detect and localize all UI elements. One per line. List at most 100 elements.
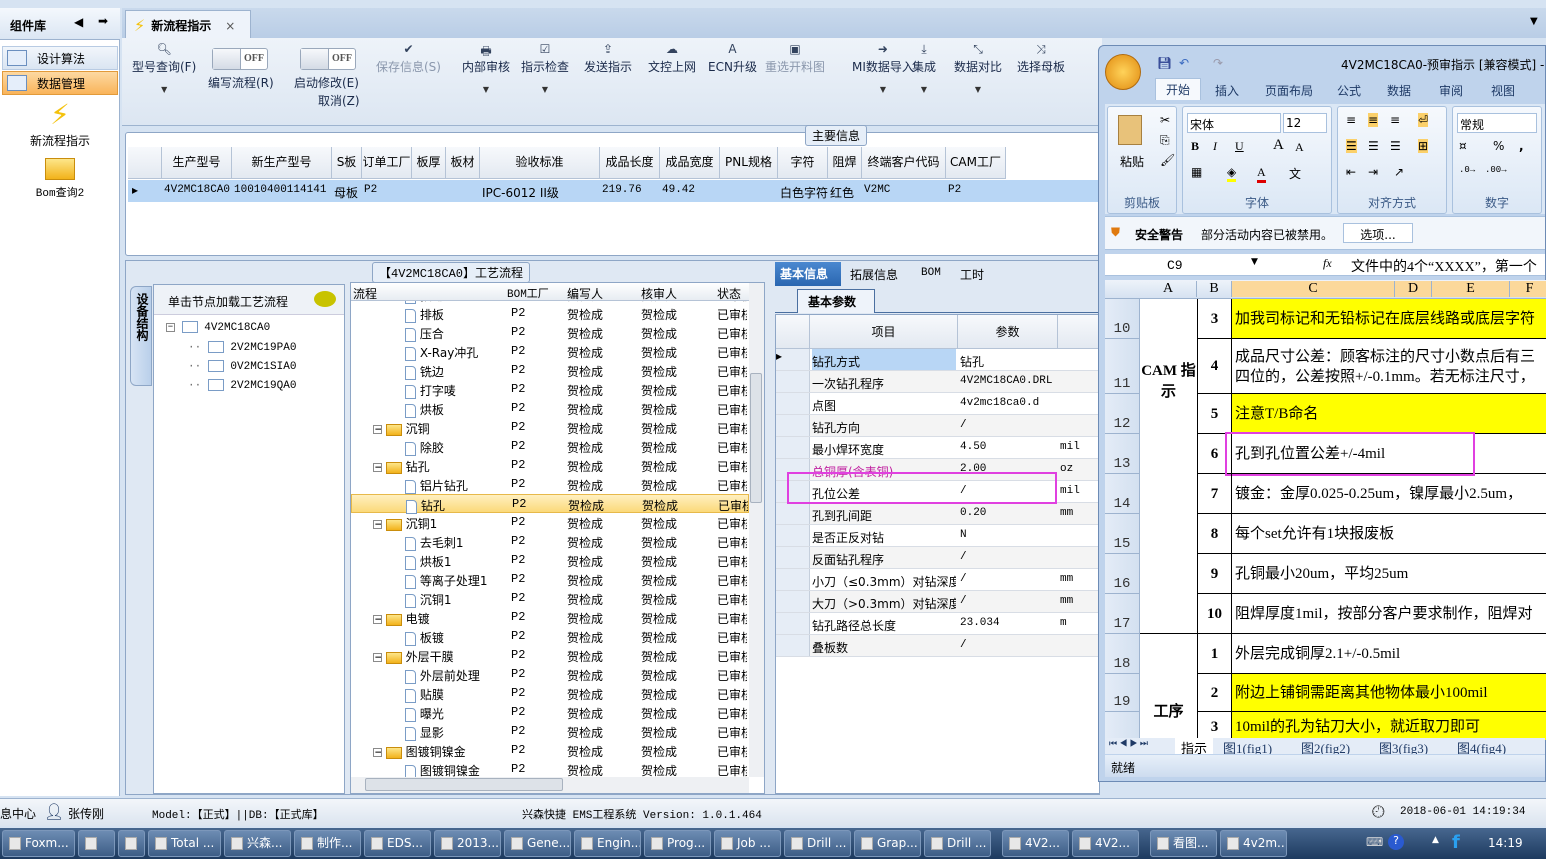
row-number[interactable]: 18 [1105,634,1140,674]
process-row[interactable]: 钻孔 P2 贺检成 贺检成 已审核 [351,494,749,514]
param-value[interactable]: 4.50 [960,441,1056,453]
fill-color-icon[interactable]: ◈ [1227,165,1237,182]
param-value[interactable]: 23.034 [960,617,1056,629]
param-row[interactable]: 叠板数 / [776,635,1098,657]
process-row[interactable]: − 外层干膜 P2 贺检成 贺检成 已审核 [351,646,749,665]
main-info-cell[interactable]: P2 [364,184,412,196]
italic-icon[interactable]: I [1213,139,1217,154]
cell-c[interactable]: 阻焊厚度1mil，按部分客户要求制作，阻焊对 [1232,594,1546,634]
main-info-cell[interactable]: 白色字符 [780,184,828,201]
process-row[interactable]: 沉铜1 P2 贺检成 贺检成 已审核 [351,589,749,608]
column-header[interactable]: PNL规格 [720,147,778,179]
param-row[interactable]: 大刀（>0.3mm）对钻深度 / mm [776,591,1098,613]
tab-basic-params[interactable]: 基本参数 [797,289,875,313]
process-row[interactable]: − 图镀铜镍金 P2 贺检成 贺检成 已审核 [351,741,749,760]
tree-root-node[interactable]: − 4V2MC18CA0 [166,321,270,334]
sheet-tab[interactable]: 图2(fig2) [1295,738,1356,754]
param-row[interactable]: ▸ 钻孔方式 钻孔 [776,349,1098,371]
toolbar-button-8[interactable]: ⤓ 集成 ▼ [912,42,936,94]
redo-icon[interactable]: ↷ [1213,56,1223,70]
start-modify-toggle[interactable]: OFF [300,48,356,70]
model-query-button[interactable]: 🔍︎ 型号查询(F) ▼ [132,42,196,94]
column-header[interactable]: 生产型号 [162,147,232,179]
taskbar-button[interactable]: 看图... [1150,830,1217,857]
copy-icon[interactable]: ⎘ [1160,133,1170,148]
main-info-cell[interactable]: IPC-6012 II级 [482,184,600,201]
sheet-tab[interactable]: 图4(fig4) [1451,738,1512,754]
taskbar-button[interactable]: 4v2m... [1220,830,1287,857]
param-row[interactable]: 钻孔方向 / [776,415,1098,437]
collapse-left-icon[interactable]: ◀ [74,15,83,29]
number-format-select[interactable]: 常规 [1457,113,1537,133]
row-number[interactable]: 15 [1105,514,1140,554]
process-row[interactable]: 外层前处理 P2 贺检成 贺检成 已审核 [351,665,749,684]
process-row[interactable]: − 沉铜 P2 贺检成 贺检成 已审核 [351,418,749,437]
process-column-header[interactable]: BOM工厂 [507,285,549,301]
param-row[interactable]: 一次钻孔程序 4V2MC18CA0.DRL [776,371,1098,393]
column-header[interactable]: CAM工厂 [946,147,1006,179]
param-row[interactable]: 最小焊环宽度 4.50 mil [776,437,1098,459]
process-row[interactable]: 图镀铜镍金 P2 贺检成 贺检成 已审核 [351,760,749,777]
tray-app-icon[interactable]: f [1452,832,1460,853]
decrease-indent-icon[interactable]: ⇤ [1346,165,1356,179]
taskbar-button[interactable]: Total ... [148,830,221,857]
align-bottom-icon[interactable]: ≡ [1390,113,1400,127]
cell-c[interactable]: 孔铜最小20um，平均25um [1232,554,1546,594]
param-value[interactable]: 4v2mc18ca0.d [960,397,1056,409]
taskbar-button[interactable]: Grap... [854,830,921,857]
tab-menu-chevron-icon[interactable]: ▼ [1530,16,1538,27]
message-center-link[interactable]: 息中心 [0,805,36,822]
param-value[interactable]: / [960,551,1056,563]
align-middle-icon[interactable]: ≡ [1368,113,1379,127]
vertical-scrollbar[interactable] [749,283,764,777]
phonetic-icon[interactable]: 文 [1289,165,1301,182]
main-info-cell[interactable]: 219.76 [602,184,660,196]
main-info-cell[interactable]: V2MC [864,184,946,196]
column-header[interactable]: 终端客户代码 [862,147,946,179]
column-header[interactable]: D [1395,281,1432,297]
tab-basic-info[interactable]: 基本信息 [775,262,841,286]
ribbon-tab[interactable]: 视图 [1491,82,1515,99]
cell-c[interactable]: 镀金：金厚0.025-0.25um，镍厚最小2.5um， [1232,474,1546,514]
cell-b[interactable]: 5 [1197,394,1232,434]
borders-icon[interactable]: ▦ [1191,165,1202,179]
row-number[interactable]: 19 [1105,674,1140,712]
main-info-cell[interactable]: P2 [948,184,1006,196]
column-header[interactable]: 字符 [778,147,828,179]
process-column-header[interactable]: 编写人 [567,285,603,302]
close-tab-icon[interactable]: × [225,19,235,33]
process-column-header[interactable]: 核审人 [641,285,677,302]
write-flow-toggle[interactable]: OFF [212,48,268,70]
process-row[interactable]: 铝片钻孔 P2 贺检成 贺检成 已审核 [351,475,749,494]
toolbar-button-0[interactable]: ✔ 保存信息(S) [376,42,441,75]
merged-cell-a-cam[interactable]: CAM 指示 [1140,299,1197,634]
worksheet-grid[interactable]: A B C D E F 10 3 加我司标记和无铅标记在底层线路或底层字符 11 4 成品尺寸公差：顾… [1105,280,1546,740]
cell-c[interactable]: 成品尺寸公差：顾客标注的尺寸小数点后有三 四位的，公差按照+/-0.1mm。若无标… [1232,339,1546,394]
param-row[interactable]: 孔到孔间距 0.20 mm [776,503,1098,525]
toolbar-button-4[interactable]: ☁ 文控上网 [648,42,696,75]
ribbon-tab[interactable]: 审阅 [1439,82,1463,99]
decrease-decimal-icon[interactable]: .00→ [1485,165,1507,175]
param-value[interactable]: / [960,419,1056,431]
taskbar-button[interactable]: Drill ... [784,830,851,857]
tool-new-flow-instruction[interactable]: ⚡ 新流程指示 [10,98,110,149]
process-row[interactable]: − 钻孔 P2 贺检成 贺检成 已审核 [351,456,749,475]
process-row[interactable]: 曝光 P2 贺检成 贺检成 已审核 [351,703,749,722]
column-header[interactable]: A [1140,281,1197,297]
taskbar-button[interactable]: 制作... [294,830,361,857]
horizontal-scrollbar[interactable] [351,777,749,793]
taskbar-button[interactable]: EDS... [364,830,431,857]
taskbar-button[interactable]: Job ... [714,830,781,857]
name-box[interactable]: C9 [1167,258,1183,273]
process-row[interactable]: 除胶 P2 贺检成 贺检成 已审核 [351,437,749,456]
tab-device-structure[interactable]: 设备结构 [130,286,152,386]
main-info-cell[interactable]: 49.42 [662,184,720,196]
row-number[interactable]: 17 [1105,594,1140,634]
toolbar-button-3[interactable]: ⇪ 发送指示 [584,42,632,75]
cell-b[interactable]: 7 [1197,474,1232,514]
process-row[interactable]: 压合 P2 贺检成 贺检成 已审核 [351,323,749,342]
ribbon-tab[interactable]: 页面布局 [1265,82,1313,99]
paste-button[interactable]: 粘贴 [1120,153,1144,170]
column-header[interactable]: B [1197,281,1232,297]
param-row[interactable]: 反面钻孔程序 / [776,547,1098,569]
